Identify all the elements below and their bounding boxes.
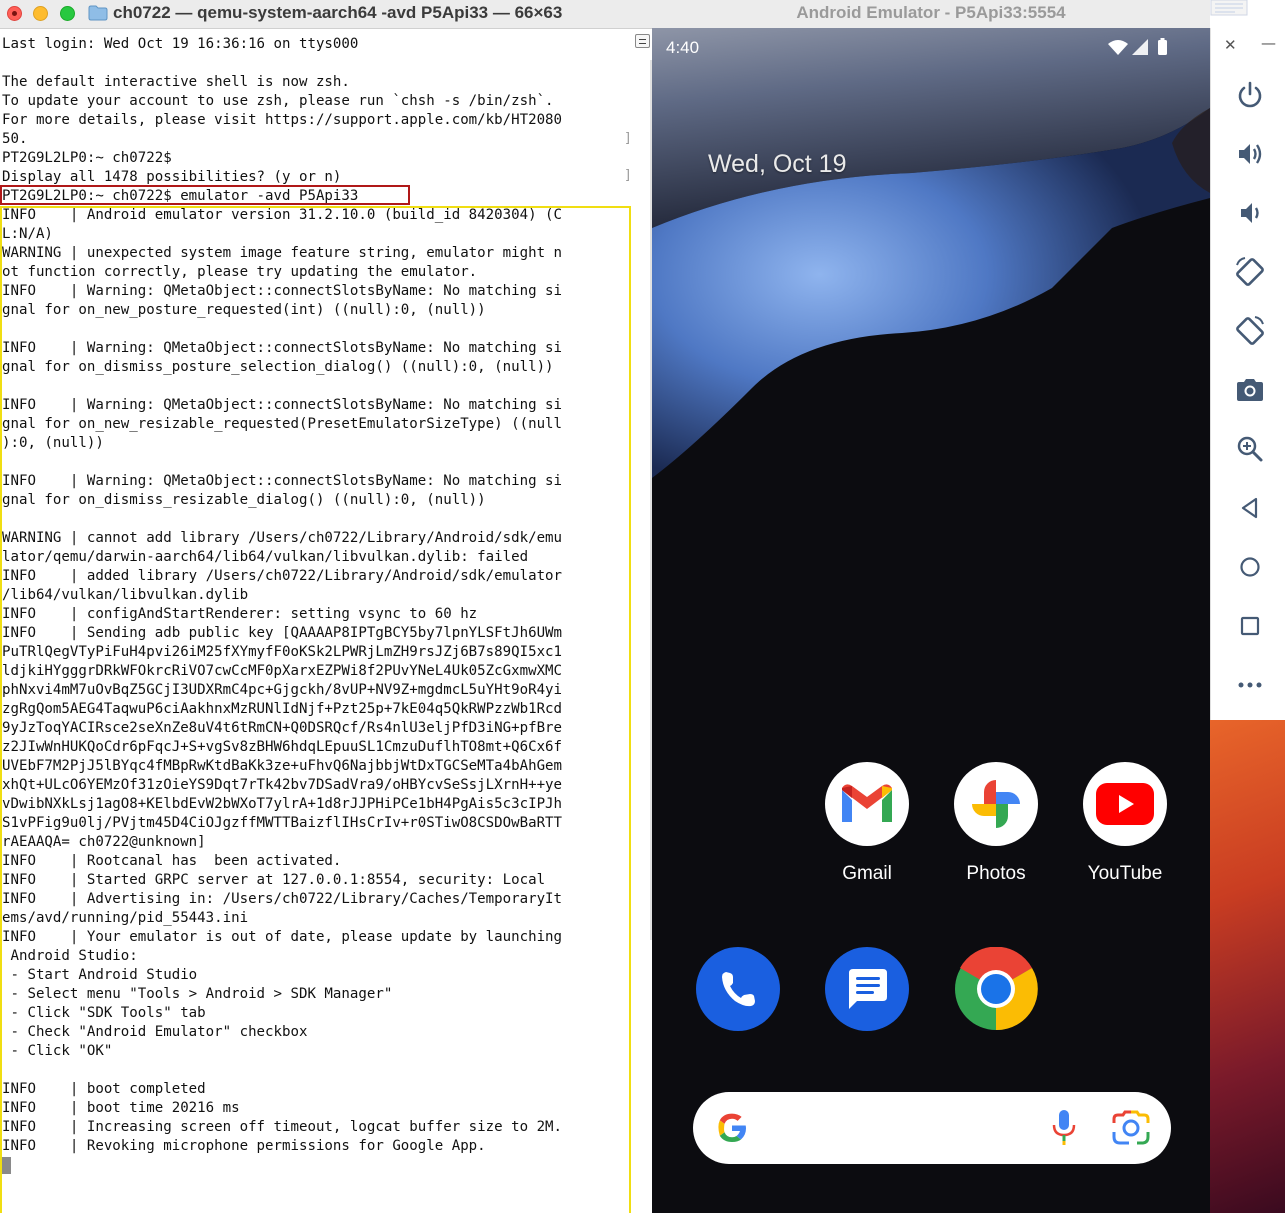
power-button[interactable] [1233,78,1267,112]
app-photos[interactable]: Photos [936,762,1056,885]
emulator-title: Android Emulator - P5Api33:5554 [796,3,1066,22]
app-chrome[interactable] [936,947,1056,1031]
emulator-toolbar: ✕ — [1210,28,1285,720]
zoom-window-button[interactable] [60,6,75,21]
app-messages[interactable] [807,947,927,1031]
rotate-right-icon [1236,316,1264,345]
youtube-icon [1083,762,1167,846]
volume-down-button[interactable] [1233,196,1267,230]
terminal-line: 50. [2,131,28,147]
terminal-title: ch0722 — qemu-system-aarch64 -avd P5Api3… [113,3,563,22]
messages-icon [825,947,909,1031]
lockscreen-date[interactable]: Wed, Oct 19 [708,150,847,179]
app-label: Photos [966,863,1026,884]
volume-up-icon [1239,144,1262,164]
volume-up-button[interactable] [1233,137,1267,171]
overview-icon [1240,616,1260,636]
camera-icon [1237,379,1263,401]
signal-icon [1132,39,1148,55]
rotate-right-button[interactable] [1233,314,1267,348]
phone-screen[interactable]: 4:40 Wed, Oct 19 Gmail Photos YouTube [652,28,1210,1213]
app-phone[interactable] [678,947,798,1031]
wallpaper [652,28,1210,1213]
back-button[interactable] [1233,491,1267,525]
screenshot-button[interactable] [1233,373,1267,407]
close-window-button[interactable] [7,6,22,21]
emulator-titlebar: Android Emulator - P5Api33:5554 [652,0,1210,29]
terminal-line: To update your account to use zsh, pleas… [2,93,554,109]
google-g-icon [718,1113,746,1142]
terminal-titlebar: ch0722 — qemu-system-aarch64 -avd P5Api3… [0,0,652,29]
photos-icon [954,762,1038,846]
chrome-icon [954,947,1038,1031]
overview-button[interactable] [1233,609,1267,643]
desktop-wallpaper [1210,720,1285,1213]
more-button[interactable] [1233,668,1267,702]
output-highlight-box [0,206,631,1213]
terminal-line: The default interactive shell is now zsh… [2,74,350,90]
bracket-mark: ] [624,131,632,146]
status-icons [1108,38,1167,55]
minimize-window-button[interactable] [33,6,48,21]
more-icon [1238,682,1262,688]
terminal-line: For more details, please visit https://s… [2,112,563,128]
lens-icon[interactable] [1111,1110,1151,1146]
terminal-line: Last login: Wed Oct 19 16:36:16 on ttys0… [2,36,359,52]
gmail-icon [825,762,909,846]
rotate-left-icon [1236,257,1264,286]
zoom-button[interactable] [1233,432,1267,466]
status-time: 4:40 [666,38,700,57]
google-search-bar[interactable] [693,1092,1171,1164]
app-youtube[interactable]: YouTube [1065,762,1185,885]
zoom-icon [1237,436,1263,462]
phone-icon [696,947,780,1031]
home-button[interactable] [1233,550,1267,584]
wifi-icon [1108,40,1128,55]
battery-icon [1158,38,1167,55]
app-label: YouTube [1087,863,1163,884]
terminal-line: PT2G9L2LP0:~ ch0722$ [2,150,172,166]
volume-down-icon [1241,203,1259,223]
rotate-left-button[interactable] [1233,255,1267,289]
power-icon [1238,81,1262,108]
toolbar-header [1210,0,1285,28]
minimize-icon[interactable]: — [1261,34,1276,52]
back-icon [1241,497,1258,519]
command-highlight-box [0,185,410,205]
bracket-mark: ] [624,168,632,183]
home-icon [1240,557,1260,577]
folder-icon [88,5,108,21]
terminal-window: ch0722 — qemu-system-aarch64 -avd P5Api3… [0,0,652,1213]
app-gmail[interactable]: Gmail [807,762,927,885]
close-icon[interactable]: ✕ [1224,36,1237,54]
mic-icon[interactable] [1051,1108,1077,1148]
split-pane-button[interactable] [635,34,650,48]
desktop-file-thumbnail [1210,0,1248,16]
app-label: Gmail [842,863,892,884]
